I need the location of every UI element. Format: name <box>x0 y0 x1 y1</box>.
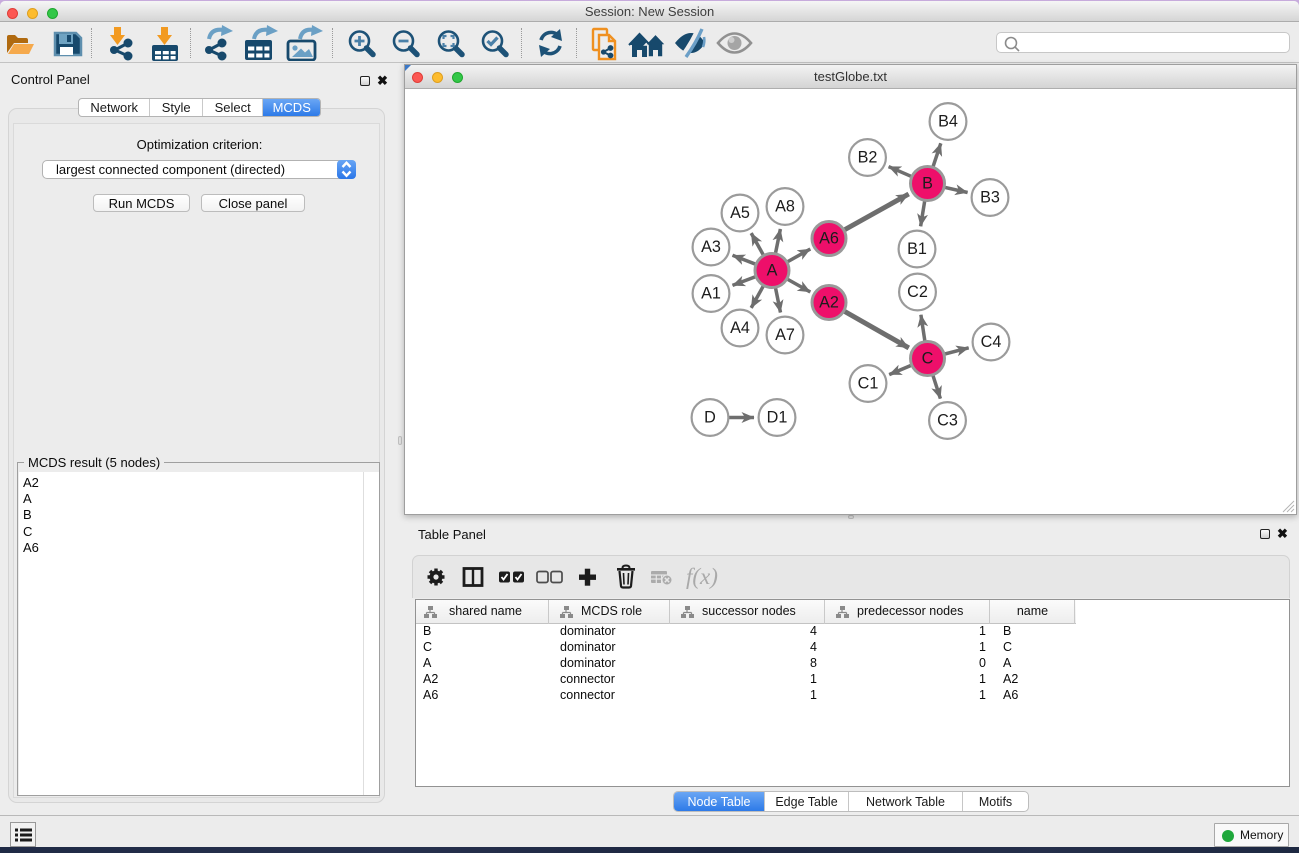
svg-text:C3: C3 <box>937 412 958 430</box>
svg-text:A2: A2 <box>819 294 839 312</box>
svg-text:A3: A3 <box>701 238 721 256</box>
svg-text:B4: B4 <box>938 113 958 131</box>
svg-text:A1: A1 <box>701 285 721 303</box>
svg-text:B2: B2 <box>858 149 878 167</box>
svg-text:f(x): f(x) <box>686 564 718 589</box>
svg-text:B3: B3 <box>980 189 1000 207</box>
svg-text:D1: D1 <box>767 409 788 427</box>
svg-text:A6: A6 <box>819 230 839 248</box>
svg-text:A: A <box>767 262 778 280</box>
svg-text:B1: B1 <box>907 240 927 258</box>
svg-text:A4: A4 <box>730 319 750 337</box>
svg-text:C4: C4 <box>981 333 1002 351</box>
svg-text:C: C <box>922 350 934 368</box>
svg-text:A7: A7 <box>775 326 795 344</box>
svg-text:C2: C2 <box>907 283 928 301</box>
svg-text:D: D <box>704 409 716 427</box>
svg-text:B: B <box>922 175 933 193</box>
svg-text:A8: A8 <box>775 198 795 216</box>
svg-text:A5: A5 <box>730 204 750 222</box>
svg-text:C1: C1 <box>858 375 879 393</box>
